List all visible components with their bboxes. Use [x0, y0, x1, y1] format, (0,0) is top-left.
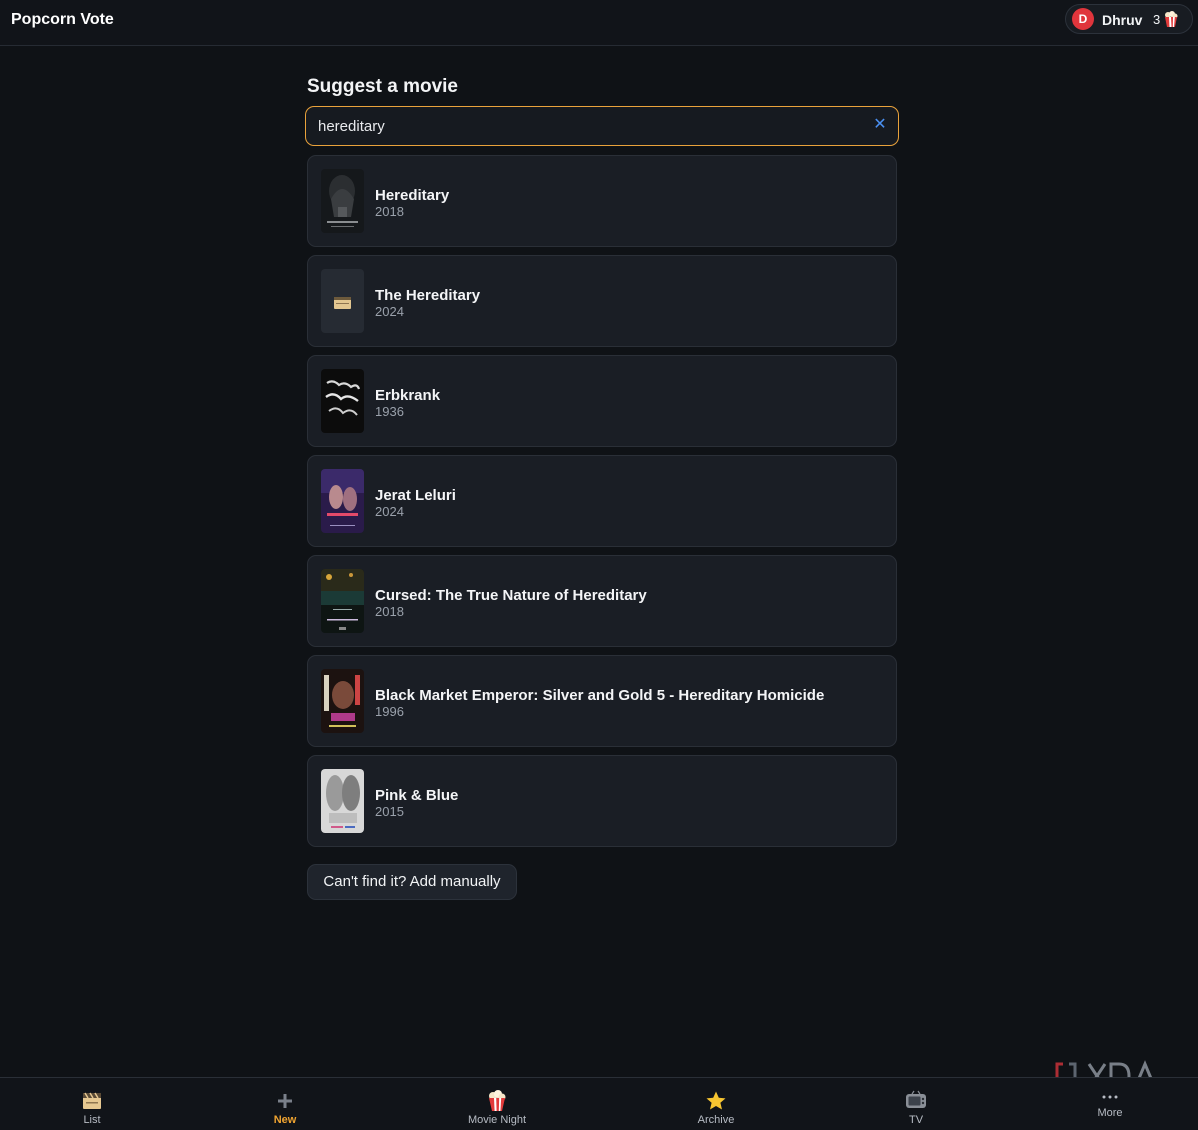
result-year: 2015 — [375, 804, 404, 819]
nav-label: TV — [908, 1114, 924, 1126]
user-name: Dhruv — [1102, 12, 1143, 28]
nav-label: Archive — [697, 1114, 735, 1126]
result-year: 2018 — [375, 604, 404, 619]
plus-icon — [278, 1094, 292, 1108]
nav-item-movie-night[interactable]: Movie Night — [442, 1078, 552, 1130]
page-title: Suggest a movie — [307, 76, 458, 97]
nav-label: New — [273, 1114, 297, 1126]
poster-black-market-emperor — [321, 669, 364, 733]
result-year: 1996 — [375, 704, 404, 719]
ellipsis-icon — [1102, 1095, 1118, 1099]
result-item[interactable]: Black Market Emperor: Silver and Gold 5 … — [307, 655, 897, 747]
nav-label: Movie Night — [467, 1114, 527, 1126]
result-year: 2018 — [375, 204, 404, 219]
result-item[interactable]: Pink & Blue 2015 — [307, 755, 897, 847]
result-item[interactable]: The Hereditary 2024 — [307, 255, 897, 347]
poster-erbkrank — [321, 369, 364, 433]
result-title: Hereditary — [375, 187, 450, 204]
result-year: 2024 — [375, 504, 404, 519]
nav-item-new[interactable]: New — [230, 1078, 340, 1130]
popcorn-icon — [1165, 11, 1178, 27]
search-box: ✕ — [305, 106, 899, 146]
clapperboard-icon — [83, 1092, 101, 1109]
result-year: 1936 — [375, 404, 404, 419]
poster-pink-blue — [321, 769, 364, 833]
result-year: 2024 — [375, 304, 404, 319]
avatar: D — [1072, 8, 1094, 30]
result-item[interactable]: Jerat Leluri 2024 — [307, 455, 897, 547]
nav-label: List — [83, 1114, 101, 1126]
film-placeholder-icon — [321, 269, 364, 333]
tv-icon — [906, 1090, 926, 1108]
nav-label: More — [1097, 1107, 1123, 1119]
result-title: Black Market Emperor: Silver and Gold 5 … — [375, 687, 825, 704]
result-item[interactable]: Cursed: The True Nature of Hereditary 20… — [307, 555, 897, 647]
poster-jerat-leluri — [321, 469, 364, 533]
star-icon — [706, 1091, 726, 1110]
result-title: The Hereditary — [375, 287, 481, 304]
top-bar: Popcorn Vote D Dhruv 3 — [0, 0, 1198, 46]
nav-item-list[interactable]: List — [37, 1078, 147, 1130]
nav-item-more[interactable]: More — [1055, 1078, 1165, 1130]
popcorn-icon — [489, 1090, 506, 1111]
app-title: Popcorn Vote — [11, 11, 114, 28]
result-item[interactable]: Hereditary 2018 — [307, 155, 897, 247]
nav-item-tv[interactable]: TV — [861, 1078, 971, 1130]
result-title: Jerat Leluri — [375, 487, 456, 504]
close-icon[interactable]: ✕ — [870, 115, 890, 135]
add-manually-button[interactable]: Can't find it? Add manually — [307, 864, 517, 900]
bottom-nav: List New Movie Night Archive TV More — [0, 1077, 1198, 1130]
result-title: Pink & Blue — [375, 787, 459, 804]
poster-hereditary — [321, 169, 364, 233]
user-chip[interactable]: D Dhruv 3 — [1065, 4, 1193, 34]
result-title: Cursed: The True Nature of Hereditary — [375, 587, 647, 604]
result-item[interactable]: Erbkrank 1936 — [307, 355, 897, 447]
popcorn-count: 3 — [1153, 12, 1161, 27]
nav-item-archive[interactable]: Archive — [661, 1078, 771, 1130]
poster-cursed — [321, 569, 364, 633]
result-title: Erbkrank — [375, 387, 441, 404]
search-input[interactable] — [318, 116, 838, 136]
results-list: Hereditary 2018 The Hereditary 2024 Erbk… — [307, 155, 897, 855]
